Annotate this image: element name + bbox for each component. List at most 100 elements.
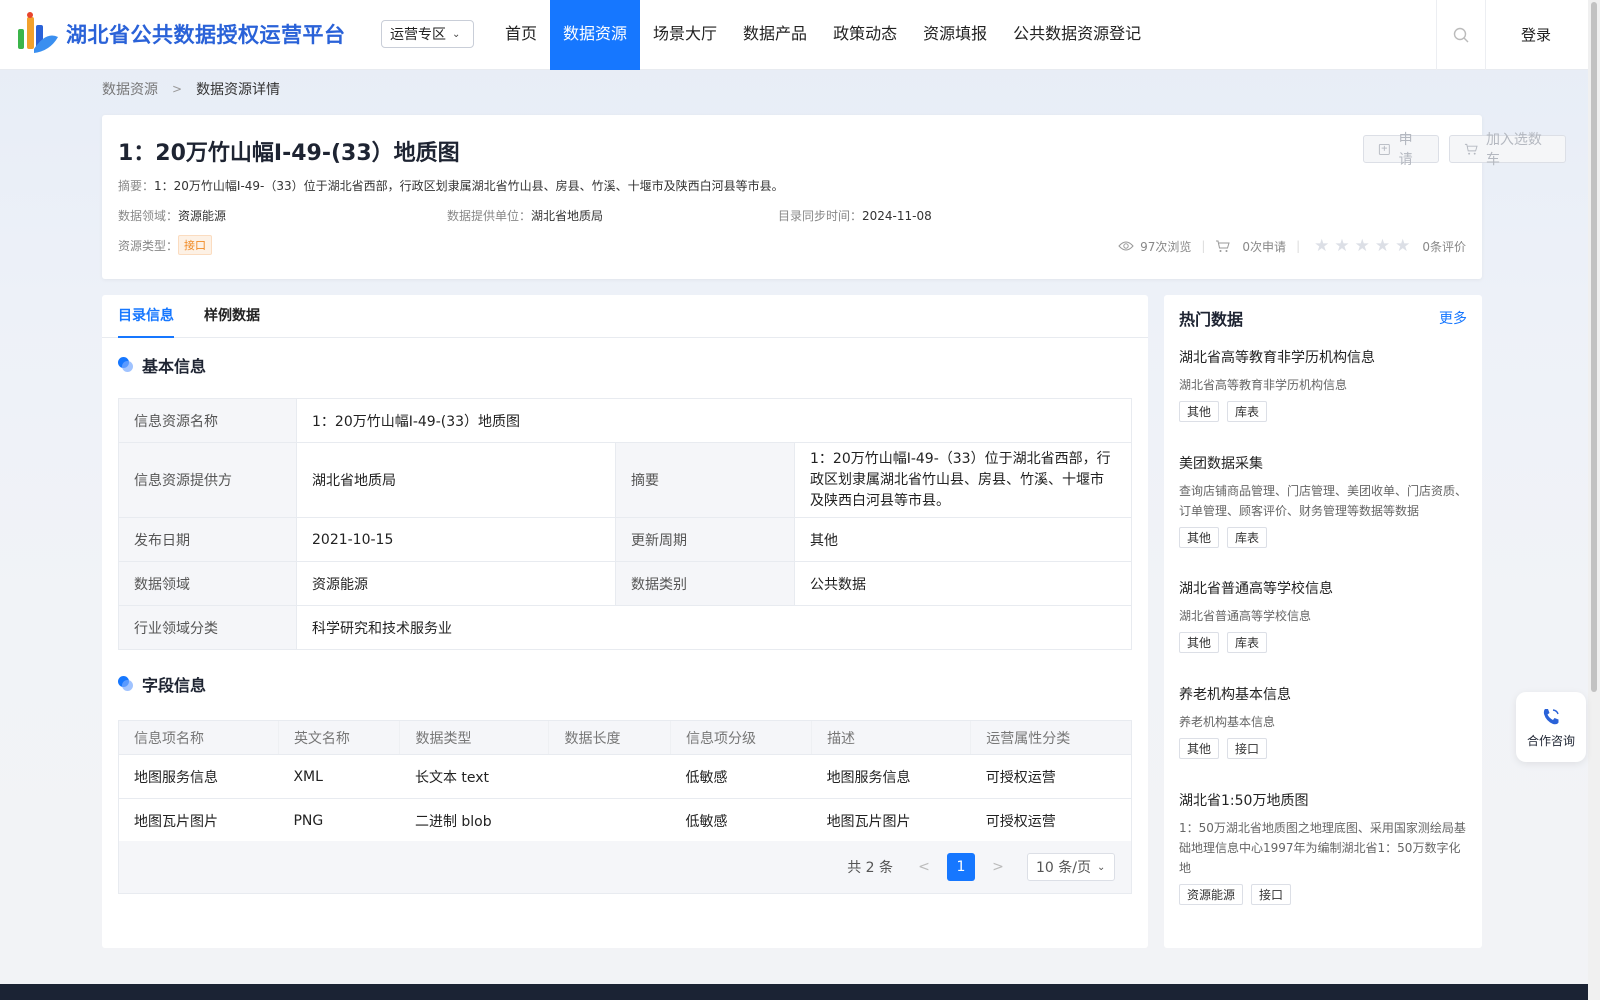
nav-data-products[interactable]: 数据产品 <box>730 0 820 70</box>
hot-item-name[interactable]: 湖北省1:50万地质图 <box>1179 790 1469 810</box>
star-icon: ★ <box>1334 236 1350 256</box>
resource-stats: 97次浏览 | 0次申请 | ★ ★ ★ ★ ★ 0条评价 <box>1118 236 1466 256</box>
nav-scenarios[interactable]: 场景大厅 <box>640 0 730 70</box>
login-link[interactable]: 登录 <box>1500 0 1572 70</box>
tab-catalog-info[interactable]: 目录信息 <box>118 305 174 338</box>
scrollbar-thumb[interactable] <box>1591 2 1597 692</box>
breadcrumb-parent[interactable]: 数据资源 <box>102 79 158 99</box>
hot-item-tags: 其他 库表 <box>1179 632 1469 653</box>
info-value: 1：20万竹山幅I-49-(33）地质图 <box>296 398 1132 443</box>
views-count: 97次浏览 <box>1140 239 1192 254</box>
info-row: 数据领域 资源能源 数据类别 公共数据 <box>118 561 1132 606</box>
hot-item-tag: 库表 <box>1227 527 1268 548</box>
add-to-cart-button[interactable]: 加入选数车 <box>1449 132 1566 168</box>
hot-item-name[interactable]: 美团数据采集 <box>1179 453 1469 473</box>
table-header-row: 信息项名称 英文名称 数据类型 数据长度 信息项分级 描述 运营属性分类 <box>118 720 1132 755</box>
info-value: 其他 <box>794 517 1132 562</box>
hot-data-title: 热门数据 <box>1179 310 1244 329</box>
chevron-down-icon: ⌄ <box>452 28 461 40</box>
star-icon: ★ <box>1395 236 1411 256</box>
add-to-cart-label: 加入选数车 <box>1485 132 1542 168</box>
chevron-right-icon: > <box>172 82 183 96</box>
star-icon: ★ <box>1374 236 1391 256</box>
pagination-bar: 共 2 条 < 1 > 10 条/页 ⌄ <box>118 841 1132 894</box>
apply-button[interactable]: 申请 <box>1363 132 1439 168</box>
table-cell: 地图瓦片图片 <box>811 798 971 843</box>
next-page-icon[interactable]: > <box>983 859 1013 875</box>
nav-data-resources[interactable]: 数据资源 <box>550 0 641 70</box>
nav-home[interactable]: 首页 <box>492 0 550 70</box>
info-value: 科学研究和技术服务业 <box>296 605 1132 650</box>
cart-icon <box>1216 240 1231 252</box>
consult-button[interactable]: 合作咨询 <box>1516 692 1586 762</box>
provider-label: 数据提供单位： <box>447 209 532 223</box>
platform-logo[interactable]: 湖北省公共数据授权运营平台 <box>16 10 356 58</box>
star-icon: ★ <box>1354 236 1370 256</box>
hot-item-tag: 其他 <box>1179 401 1220 422</box>
hot-item-tags: 其他 库表 <box>1179 401 1469 422</box>
column-header: 信息项名称 <box>118 720 279 755</box>
nav-policy[interactable]: 政策动态 <box>820 0 910 70</box>
type-badge: 接口 <box>178 235 213 255</box>
hot-item-desc: 湖北省高等教育非学历机构信息 <box>1179 378 1348 392</box>
hot-data-item[interactable]: 养老机构基本信息 养老机构基本信息 其他 接口 <box>1179 684 1469 759</box>
meta-provider: 数据提供单位：湖北省地质局 <box>447 207 603 224</box>
search-icon <box>1453 27 1469 43</box>
pagination-total: 共 2 条 <box>847 860 893 876</box>
prev-page-icon[interactable]: < <box>909 859 939 875</box>
page-size-value: 10 条/页 <box>1036 860 1091 876</box>
info-key: 发布日期 <box>118 517 297 562</box>
basic-info-heading: 基本信息 <box>118 353 206 377</box>
nav-resource-filing[interactable]: 资源填报 <box>910 0 1000 70</box>
nav-resource-registration[interactable]: 公共数据资源登记 <box>1000 0 1154 70</box>
logo-icon <box>18 12 58 53</box>
hot-item-tags: 其他 库表 <box>1179 527 1469 548</box>
hot-data-item[interactable]: 湖北省普通高等学校信息 湖北省普通高等学校信息 其他 库表 <box>1179 578 1469 653</box>
stats-divider: | <box>1201 239 1206 253</box>
hot-data-item[interactable]: 湖北省高等教育非学历机构信息 湖北省高等教育非学历机构信息 其他 库表 <box>1179 347 1469 422</box>
page-footer <box>0 984 1588 1000</box>
region-select-value: 运营专区 <box>390 27 446 43</box>
apply-icon <box>1378 144 1390 155</box>
info-key: 更新周期 <box>615 517 795 562</box>
hot-data-item[interactable]: 美团数据采集 查询店铺商品管理、门店管理、美团收单、门店资质、订单管理、顾客评价… <box>1179 453 1469 548</box>
region-select[interactable]: 运营专区 ⌄ <box>381 20 474 48</box>
page-size-select[interactable]: 10 条/页 ⌄ <box>1027 853 1115 881</box>
table-cell: 长文本 text <box>399 754 549 799</box>
hot-item-tag: 库表 <box>1227 401 1268 422</box>
table-cell: 地图服务信息 <box>118 754 279 799</box>
info-key: 数据领域 <box>118 561 297 606</box>
info-row: 信息资源提供方 湖北省地质局 摘要 1：20万竹山幅I-49-（33）位于湖北省… <box>118 442 1132 518</box>
hot-item-tag: 库表 <box>1227 632 1268 653</box>
rating-stars: ★ ★ ★ ★ ★ <box>1314 236 1410 256</box>
type-label: 资源类型： <box>118 238 179 253</box>
info-row: 发布日期 2021-10-15 更新周期 其他 <box>118 517 1132 562</box>
column-header: 数据类型 <box>399 720 549 755</box>
table-cell <box>548 754 671 799</box>
hot-item-desc: 湖北省普通高等学校信息 <box>1179 609 1312 623</box>
page-scrollbar[interactable] <box>1588 0 1600 1000</box>
hot-item-name[interactable]: 湖北省普通高等学校信息 <box>1179 578 1469 598</box>
page-number[interactable]: 1 <box>947 853 975 881</box>
table-row: 地图瓦片图片 PNG 二进制 blob 低敏感 地图瓦片图片 可授权运营 <box>118 798 1132 843</box>
reviews-count: 0条评价 <box>1422 239 1466 254</box>
hot-item-tag: 其他 <box>1179 738 1220 759</box>
hot-item-tag: 其他 <box>1179 632 1220 653</box>
hot-item-name[interactable]: 湖北省高等教育非学历机构信息 <box>1179 347 1469 367</box>
info-key: 信息资源提供方 <box>118 442 297 518</box>
domain-label: 数据领域： <box>118 209 179 223</box>
table-cell: 地图服务信息 <box>811 754 971 799</box>
hot-item-name[interactable]: 养老机构基本信息 <box>1179 684 1469 704</box>
table-cell: 低敏感 <box>670 798 812 843</box>
hot-item-tag: 其他 <box>1179 527 1220 548</box>
hot-item-desc: 查询店铺商品管理、门店管理、美团收单、门店资质、订单管理、顾客评价、财务管理等数… <box>1179 484 1468 518</box>
search-button[interactable] <box>1436 0 1486 70</box>
meta-domain: 数据领域：资源能源 <box>118 207 226 224</box>
field-info-title: 字段信息 <box>142 676 207 695</box>
basic-info-title: 基本信息 <box>142 357 207 376</box>
tab-sample-data[interactable]: 样例数据 <box>204 305 260 336</box>
breadcrumb: 数据资源 > 数据资源详情 <box>102 79 280 99</box>
eye-icon <box>1118 241 1134 251</box>
hot-data-more-link[interactable]: 更多 <box>1439 308 1467 328</box>
hot-data-item[interactable]: 湖北省1:50万地质图 1：50万湖北省地质图之地理底图、采用国家测绘局基础地理… <box>1179 790 1469 905</box>
